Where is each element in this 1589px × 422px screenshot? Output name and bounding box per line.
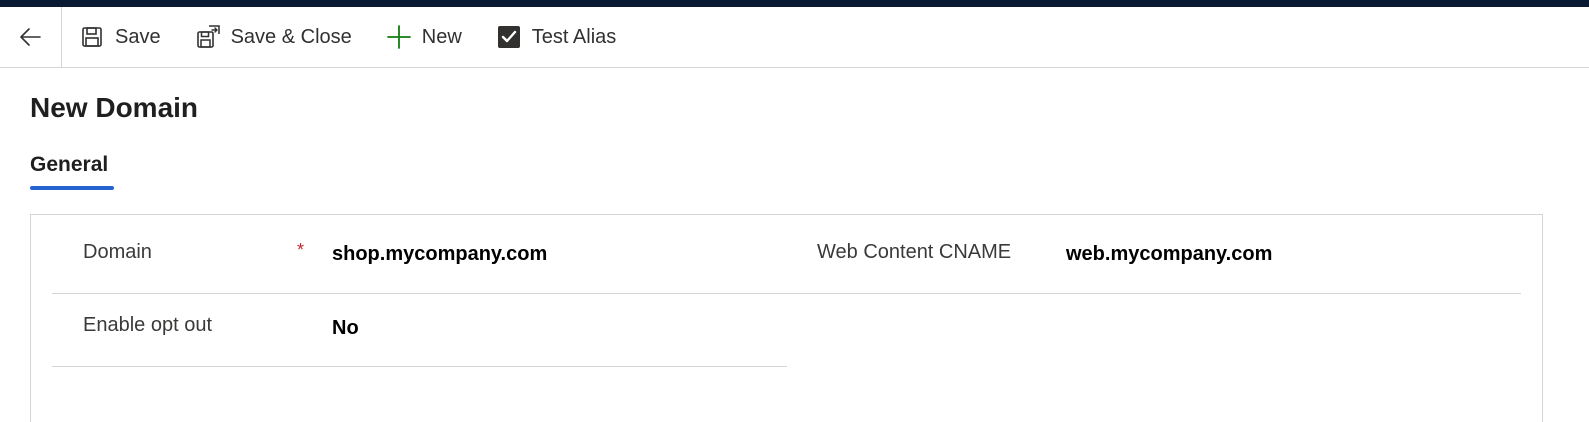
- general-section: Domain * shop.mycompany.com Web Content …: [30, 214, 1543, 422]
- enable-opt-out-label: Enable opt out: [83, 314, 212, 336]
- save-and-close-button[interactable]: Save & Close: [195, 7, 352, 68]
- required-marker: *: [297, 240, 305, 260]
- row-divider: [52, 293, 1521, 294]
- save-icon: [79, 24, 105, 50]
- test-alias-button[interactable]: Test Alias: [496, 7, 616, 68]
- new-button[interactable]: New: [386, 7, 462, 68]
- checkbox-checked-icon: [496, 24, 522, 50]
- plus-icon: [386, 24, 412, 50]
- command-bar: Save Save & Close New Test Alias: [0, 6, 1589, 68]
- save-button[interactable]: Save: [79, 7, 161, 68]
- new-label: New: [421, 25, 462, 48]
- back-arrow-icon: [19, 28, 41, 46]
- test-alias-label: Test Alias: [531, 25, 617, 48]
- save-close-icon: [195, 24, 221, 50]
- save-and-close-label: Save & Close: [230, 25, 352, 48]
- web-content-cname-value[interactable]: web.mycompany.com: [1066, 241, 1272, 267]
- tab-selected-indicator: [30, 186, 114, 190]
- row-divider: [52, 366, 787, 367]
- page-title: New Domain: [30, 92, 199, 123]
- save-label: Save: [115, 25, 161, 48]
- enable-opt-out-value[interactable]: No: [332, 315, 359, 341]
- domain-label: Domain: [83, 241, 152, 263]
- back-button[interactable]: [0, 6, 62, 68]
- web-content-cname-label: Web Content CNAME: [817, 241, 1012, 263]
- tab-general[interactable]: General: [30, 150, 108, 180]
- domain-value[interactable]: shop.mycompany.com: [332, 241, 547, 267]
